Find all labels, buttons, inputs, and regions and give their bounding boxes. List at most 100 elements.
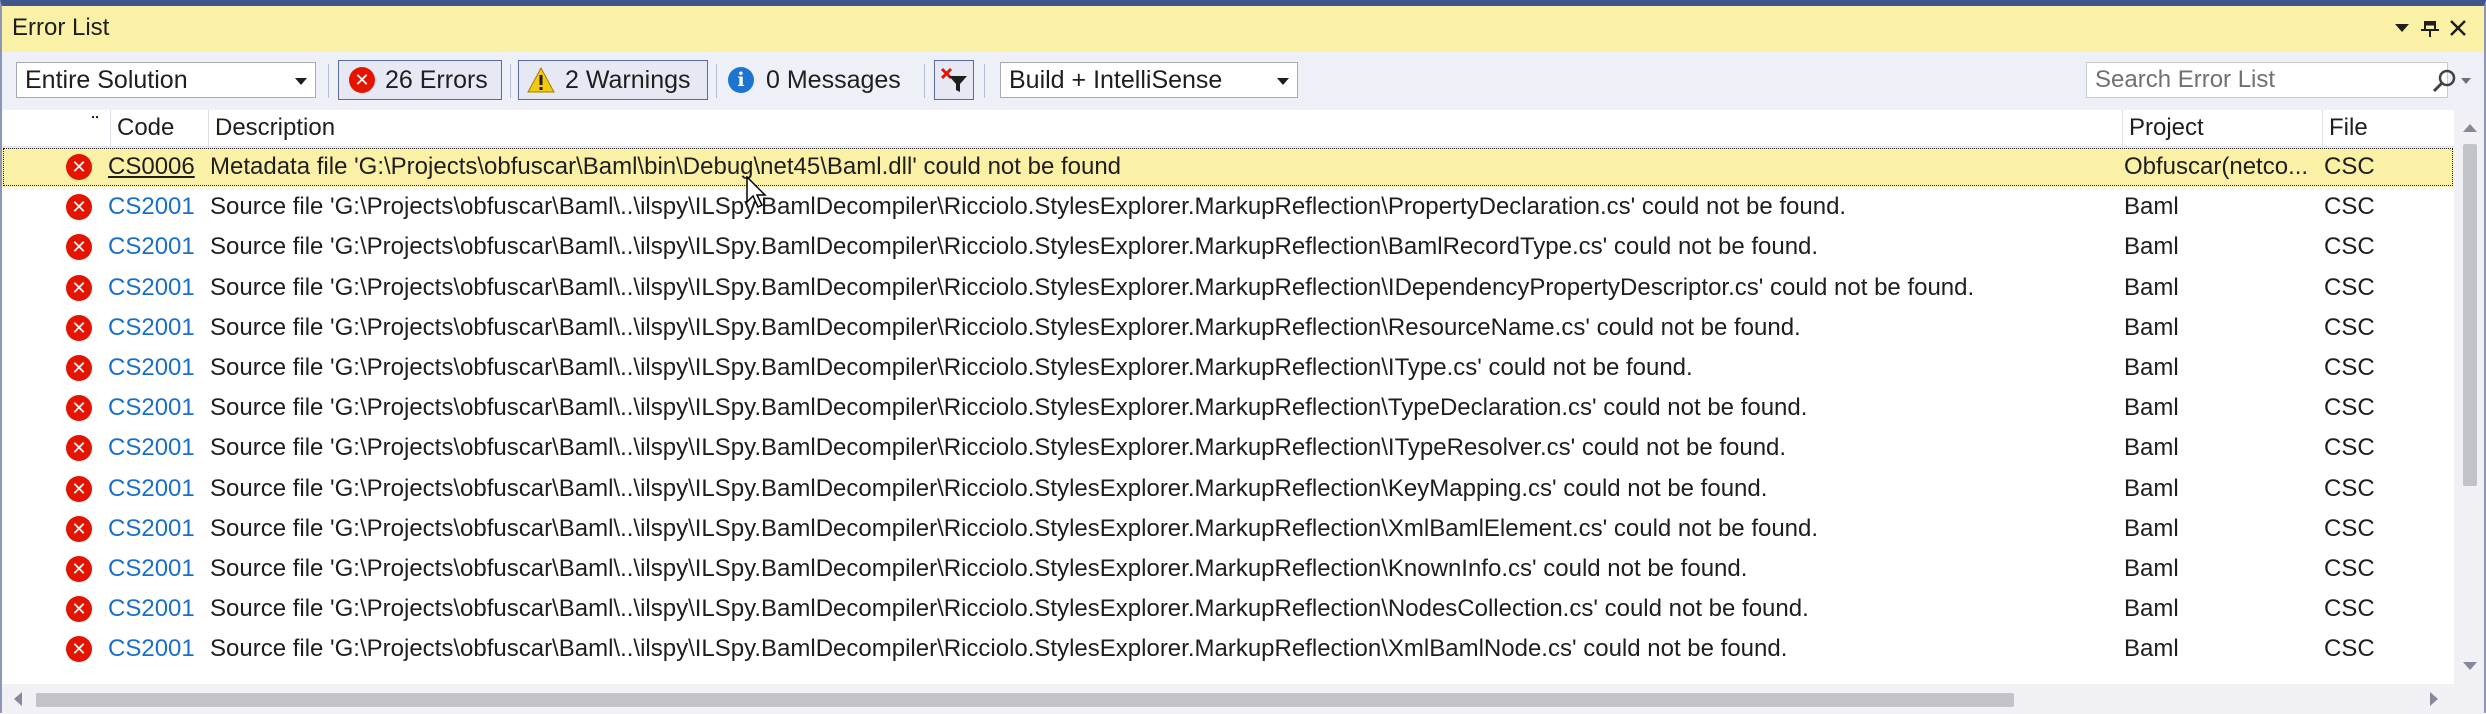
error-description: Source file 'G:\Projects\obfuscar\Baml\.… [210,555,1748,582]
error-project: Baml [2124,394,2179,421]
search-options-chevron-icon[interactable] [2461,78,2471,84]
title-bar: Error List [2,6,2484,53]
scroll-left-icon[interactable] [14,692,22,706]
error-file: CSC [2324,153,2375,180]
table-row[interactable]: ✕ CS2001 Source file 'G:\Projects\obfuscar… [2,589,2454,629]
error-icon: ✕ [66,556,92,582]
error-project: Baml [2124,434,2179,461]
error-code-link[interactable]: CS2001 [108,428,195,468]
mouse-cursor-icon [746,176,767,209]
error-project: Baml [2124,515,2179,542]
messages-filter-button[interactable]: i 0 Messages [728,60,914,100]
search-icon[interactable] [2432,68,2458,94]
table-row[interactable]: ✕ CS2001 Source file 'G:\Projects\obfuscar… [2,509,2454,549]
scroll-down-icon[interactable] [2463,662,2477,670]
error-icon: ✕ [66,395,92,421]
error-code-link[interactable]: CS2001 [108,227,195,267]
error-file: CSC [2324,595,2375,622]
error-project: Baml [2124,354,2179,381]
column-header-project[interactable]: Project [2122,110,2324,146]
scroll-right-icon[interactable] [2430,692,2438,706]
toolbar-separator [716,64,717,98]
search-input[interactable]: Search Error List [2086,62,2448,98]
error-description: Source file 'G:\Projects\obfuscar\Baml\.… [210,314,1801,341]
toolbar-separator [984,64,985,98]
error-description: Source file 'G:\Projects\obfuscar\Baml\.… [210,274,1975,301]
error-icon: ✕ [66,636,92,662]
error-description: Source file 'G:\Projects\obfuscar\Baml\.… [210,354,1693,381]
warnings-filter-label: 2 Warnings [565,66,691,94]
error-description: Source file 'G:\Projects\obfuscar\Baml\.… [210,434,1787,461]
build-intellisense-value: Build + IntelliSense [1009,66,1223,94]
error-code-link[interactable]: CS2001 [108,268,195,308]
error-icon: ✕ [66,275,92,301]
horizontal-scrollbar[interactable] [2,684,2454,714]
column-header-description[interactable]: Description [208,110,2124,146]
table-row[interactable]: ✕ CS2001 Source file 'G:\Projects\obfuscar… [2,388,2454,428]
column-chooser-icon[interactable]: ⠉ [90,114,100,131]
error-project: Baml [2124,274,2179,301]
errors-filter-button[interactable]: ✕ 26 Errors [338,60,502,100]
messages-filter-label: 0 Messages [766,66,901,94]
scope-dropdown[interactable]: Entire Solution [16,62,316,98]
error-icon: ✕ [66,596,92,622]
error-code-link[interactable]: CS2001 [108,308,195,348]
table-row[interactable]: ✕ CS2001 Source file 'G:\Projects\obfuscar… [2,187,2454,227]
error-code-link[interactable]: CS0006 [108,147,195,187]
errors-filter-label: 26 Errors [385,66,488,94]
window-menu-dropdown-icon[interactable] [2388,14,2416,42]
error-file: CSC [2324,475,2375,502]
column-header-code[interactable]: Code [110,110,208,146]
column-header-description-label: Description [215,114,336,141]
search-placeholder: Search Error List [2095,66,2276,93]
error-project: Baml [2124,314,2179,341]
error-project: Baml [2124,595,2179,622]
column-header-file[interactable]: File [2322,110,2454,146]
error-list-rows: ✕ CS0006 Metadata file 'G:\Projects\obfusc… [2,147,2454,683]
toolbar-separator [924,64,925,98]
horizontal-scroll-thumb[interactable] [36,693,2014,707]
column-header-project-label: Project [2129,114,2204,141]
error-icon: ✕ [66,315,92,341]
chevron-down-icon [1277,78,1289,85]
error-file: CSC [2324,233,2375,260]
error-project: Baml [2124,555,2179,582]
column-header-file-label: File [2329,114,2368,141]
table-row[interactable]: ✕ CS2001 Source file 'G:\Projects\obfuscar… [2,348,2454,388]
vertical-scrollbar[interactable] [2454,110,2484,684]
error-code-link[interactable]: CS2001 [108,348,195,388]
table-row[interactable]: ✕ CS2001 Source file 'G:\Projects\obfuscar… [2,469,2454,509]
error-code-link[interactable]: CS2001 [108,589,195,629]
vertical-scroll-thumb[interactable] [2463,144,2477,486]
error-file: CSC [2324,274,2375,301]
table-row[interactable]: ✕ CS2001 Source file 'G:\Projects\obfuscar… [2,549,2454,589]
scroll-up-icon[interactable] [2463,124,2477,132]
error-icon: ✕ [66,154,92,180]
error-icon: ✕ [349,67,375,93]
error-icon: ✕ [66,194,92,220]
warnings-filter-button[interactable]: 2 Warnings [518,60,708,100]
pin-icon[interactable] [2416,14,2444,42]
toolbar: Entire Solution ✕ 26 Errors 2 Warnings i… [2,52,2484,111]
error-file: CSC [2324,555,2375,582]
error-code-link[interactable]: CS2001 [108,187,195,227]
table-row[interactable]: ✕ CS2001 Source file 'G:\Projects\obfuscar… [2,268,2454,308]
build-intellisense-dropdown[interactable]: Build + IntelliSense [1000,62,1298,98]
error-code-link[interactable]: CS2001 [108,549,195,589]
table-row[interactable]: ✕ CS2001 Source file 'G:\Projects\obfuscar… [2,227,2454,267]
toolbar-separator [328,64,329,98]
error-code-link[interactable]: CS2001 [108,388,195,428]
close-icon[interactable] [2444,14,2472,42]
error-code-link[interactable]: CS2001 [108,629,195,669]
table-row[interactable]: ✕ CS0006 Metadata file 'G:\Projects\obfusc… [2,147,2454,187]
error-code-link[interactable]: CS2001 [108,509,195,549]
error-code-link[interactable]: CS2001 [108,469,195,509]
error-project: Baml [2124,233,2179,260]
table-row[interactable]: ✕ CS2001 Source file 'G:\Projects\obfuscar… [2,308,2454,348]
warning-icon [527,67,555,93]
error-project: Baml [2124,475,2179,502]
table-row[interactable]: ✕ CS2001 Source file 'G:\Projects\obfuscar… [2,428,2454,468]
table-row[interactable]: ✕ CS2001 Source file 'G:\Projects\obfuscar… [2,629,2454,669]
clear-filter-button[interactable] [934,60,974,100]
error-file: CSC [2324,635,2375,662]
